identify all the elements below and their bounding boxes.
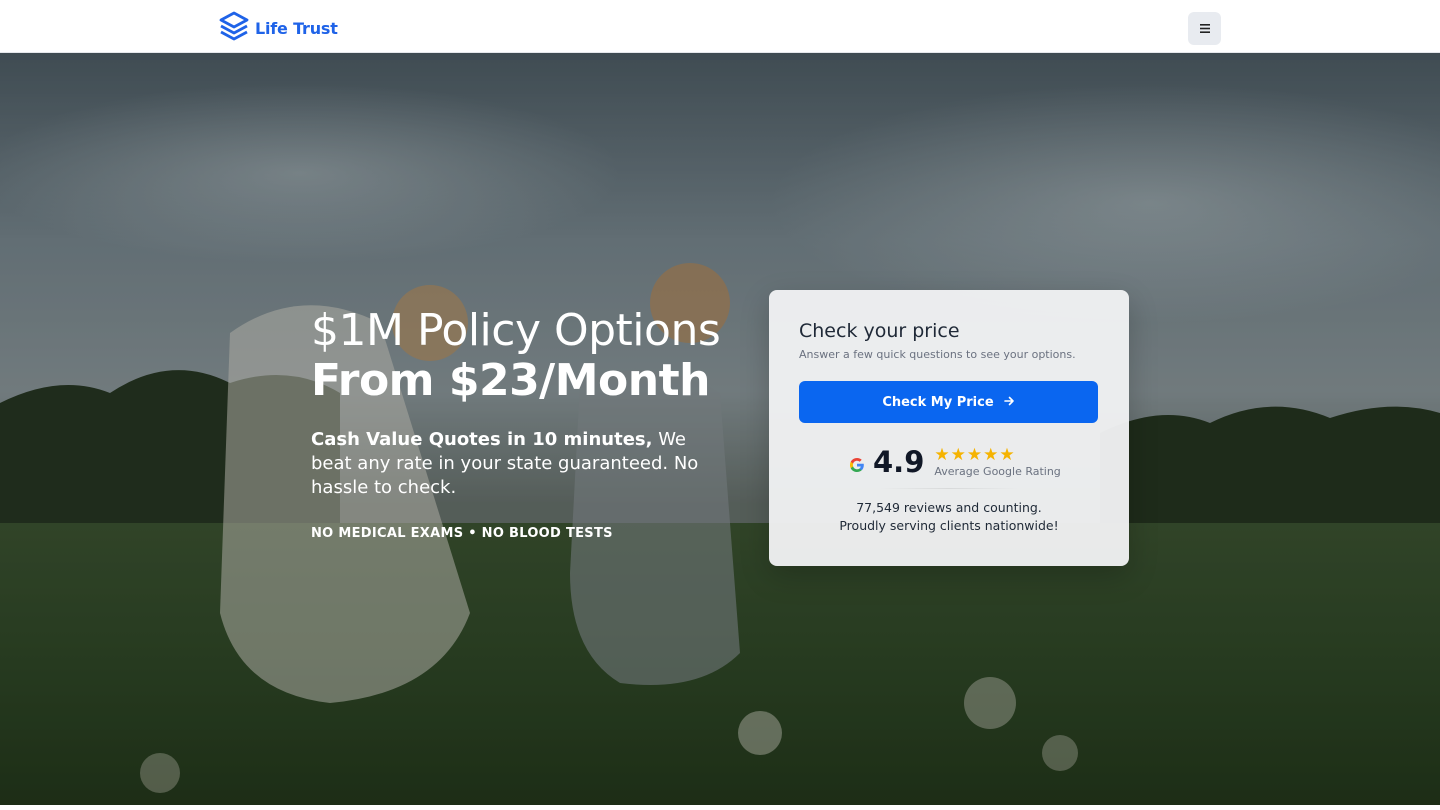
google-rating: 4.9 ★ ★ ★ ★ ★ Average Google Rating: [849, 442, 1061, 482]
hero-background-image: [0, 53, 1440, 805]
star-icon: ★: [999, 445, 1015, 464]
rating-meta: ★ ★ ★ ★ ★ Average Google Rating: [934, 446, 1060, 478]
google-g-icon: [849, 457, 867, 475]
quote-card-title: Check your price: [799, 320, 960, 342]
card-divider: [879, 488, 1019, 489]
hero-title-line1: $1M Policy Options: [311, 305, 721, 356]
menu-button[interactable]: [1188, 12, 1221, 45]
brand-name: Life Trust: [255, 18, 338, 38]
star-icon: ★: [950, 445, 966, 464]
hero-section: [0, 53, 1440, 805]
brand-logo-link[interactable]: Life Trust: [219, 11, 338, 46]
reviews-count: 77,549 reviews and counting.: [856, 500, 1042, 515]
reviews-text: 77,549 reviews and counting. Proudly ser…: [769, 499, 1129, 535]
reviews-tagline: Proudly serving clients nationwide!: [839, 518, 1059, 533]
stacked-layers-icon: [219, 11, 249, 46]
top-navbar: Life Trust: [0, 0, 1440, 53]
check-my-price-button[interactable]: Check My Price: [799, 381, 1098, 423]
arrow-right-icon: [1003, 395, 1015, 410]
star-icon: ★: [983, 445, 999, 464]
star-icon: ★: [934, 445, 950, 464]
hero-title-line2: From $23/Month: [311, 355, 710, 406]
check-my-price-label: Check My Price: [882, 394, 994, 410]
rating-label: Average Google Rating: [934, 465, 1061, 478]
hero-subtitle-bold: Cash Value Quotes in 10 minutes,: [311, 429, 653, 450]
quote-card-subtitle: Answer a few quick questions to see your…: [799, 348, 1076, 361]
hero-subtitle: Cash Value Quotes in 10 minutes, We beat…: [311, 428, 711, 500]
rating-value: 4.9: [873, 445, 925, 479]
star-rating: ★ ★ ★ ★ ★: [934, 446, 1060, 463]
star-icon: ★: [966, 445, 983, 464]
hero-badges: NO MEDICAL EXAMS • NO BLOOD TESTS: [311, 526, 613, 541]
hero-title: $1M Policy Options From $23/Month: [311, 306, 771, 406]
quote-card: Check your price Answer a few quick ques…: [769, 290, 1129, 566]
hamburger-menu-icon: [1199, 21, 1210, 36]
bottom-strip: [0, 805, 1440, 810]
